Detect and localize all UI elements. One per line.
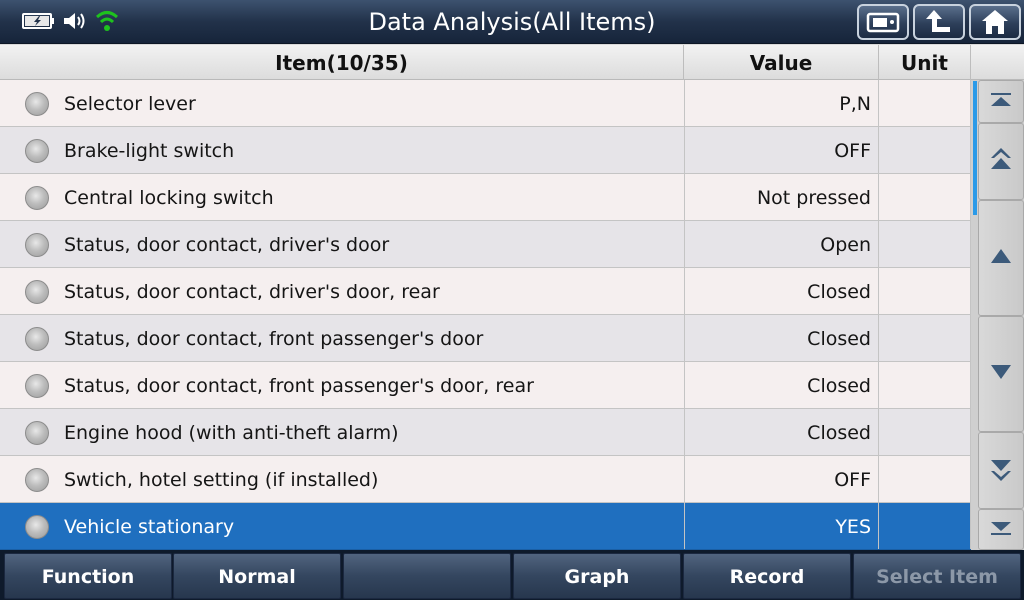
row-unit	[879, 315, 971, 361]
table-row[interactable]: Status, door contact, driver's door Open	[0, 221, 972, 268]
page-down-button[interactable]	[978, 432, 1024, 509]
row-value: Closed	[684, 409, 879, 455]
table-header: Item(10/35) Value Unit	[0, 45, 1024, 80]
row-item-name: Swtich, hotel setting (if installed)	[64, 469, 379, 491]
table-row[interactable]: Engine hood (with anti-theft alarm) Clos…	[0, 409, 972, 456]
row-radio-button[interactable]	[25, 515, 49, 539]
screenshot-button[interactable]	[857, 4, 909, 40]
table-row-selected[interactable]: Vehicle stationary YES	[0, 503, 972, 550]
row-unit	[879, 456, 971, 502]
up-arrow-icon	[990, 248, 1012, 268]
scrollbar-thumb[interactable]	[973, 81, 977, 215]
down-arrow-icon	[990, 364, 1012, 384]
row-unit	[879, 174, 971, 220]
column-header-value: Value	[684, 45, 879, 80]
table-row[interactable]: Status, door contact, front passenger's …	[0, 315, 972, 362]
row-item-name: Central locking switch	[64, 187, 274, 209]
row-unit	[879, 221, 971, 267]
empty-button[interactable]	[343, 553, 511, 599]
row-item-name: Brake-light switch	[64, 140, 235, 162]
scroll-bottom-icon	[989, 520, 1013, 540]
row-radio-button[interactable]	[25, 139, 49, 163]
row-item-name: Engine hood (with anti-theft alarm)	[64, 422, 399, 444]
back-button[interactable]	[913, 4, 965, 40]
home-icon	[980, 8, 1010, 36]
data-table: Selector lever P,N Brake-light switch OF…	[0, 80, 972, 550]
bottom-toolbar: Function Normal Graph Record Select Item	[0, 550, 1024, 600]
page-up-icon	[989, 147, 1013, 177]
table-row[interactable]: Status, door contact, driver's door, rea…	[0, 268, 972, 315]
row-value: YES	[684, 503, 879, 549]
row-item-name: Status, door contact, driver's door	[64, 234, 390, 256]
row-value: OFF	[684, 456, 879, 502]
row-unit	[879, 268, 971, 314]
back-icon	[924, 8, 954, 36]
row-unit	[879, 409, 971, 455]
page-up-button[interactable]	[978, 123, 1024, 200]
table-row[interactable]: Swtich, hotel setting (if installed) OFF	[0, 456, 972, 503]
record-button[interactable]: Record	[683, 553, 851, 599]
column-header-item: Item(10/35)	[0, 45, 684, 80]
page-down-icon	[989, 456, 1013, 486]
table-row[interactable]: Selector lever P,N	[0, 80, 972, 127]
row-value: Closed	[684, 268, 879, 314]
row-radio-button[interactable]	[25, 327, 49, 351]
row-item-name: Status, door contact, driver's door, rea…	[64, 281, 440, 303]
row-value: Not pressed	[684, 174, 879, 220]
normal-button[interactable]: Normal	[173, 553, 341, 599]
column-header-unit: Unit	[879, 45, 971, 80]
table-row[interactable]: Brake-light switch OFF	[0, 127, 972, 174]
graph-button[interactable]: Graph	[513, 553, 681, 599]
row-item-name: Vehicle stationary	[64, 516, 235, 538]
row-item-name: Status, door contact, front passenger's …	[64, 375, 534, 397]
row-unit	[879, 362, 971, 408]
row-radio-button[interactable]	[25, 374, 49, 398]
title-bar: Data Analysis(All Items)	[0, 0, 1024, 44]
row-value: Open	[684, 221, 879, 267]
row-radio-button[interactable]	[25, 421, 49, 445]
row-radio-button[interactable]	[25, 468, 49, 492]
function-button[interactable]: Function	[4, 553, 172, 599]
row-value: Closed	[684, 362, 879, 408]
scroll-up-button[interactable]	[978, 200, 1024, 316]
row-radio-button[interactable]	[25, 92, 49, 116]
row-unit	[879, 80, 971, 126]
row-radio-button[interactable]	[25, 233, 49, 257]
scroll-to-top-button[interactable]	[978, 80, 1024, 123]
row-item-name: Selector lever	[64, 93, 196, 115]
row-unit	[879, 127, 971, 173]
row-unit	[879, 503, 971, 549]
row-value: P,N	[684, 80, 879, 126]
column-header-spacer	[971, 45, 1024, 80]
table-row[interactable]: Status, door contact, front passenger's …	[0, 362, 972, 409]
scroll-top-icon	[989, 92, 1013, 112]
row-radio-button[interactable]	[25, 280, 49, 304]
row-value: OFF	[684, 127, 879, 173]
select-item-button[interactable]: Select Item	[853, 553, 1021, 599]
row-value: Closed	[684, 315, 879, 361]
table-row[interactable]: Central locking switch Not pressed	[0, 174, 972, 221]
home-button[interactable]	[969, 4, 1021, 40]
scroll-to-bottom-button[interactable]	[978, 509, 1024, 550]
row-item-name: Status, door contact, front passenger's …	[64, 328, 484, 350]
screenshot-icon	[866, 10, 900, 34]
row-radio-button[interactable]	[25, 186, 49, 210]
scroll-down-button[interactable]	[978, 316, 1024, 432]
